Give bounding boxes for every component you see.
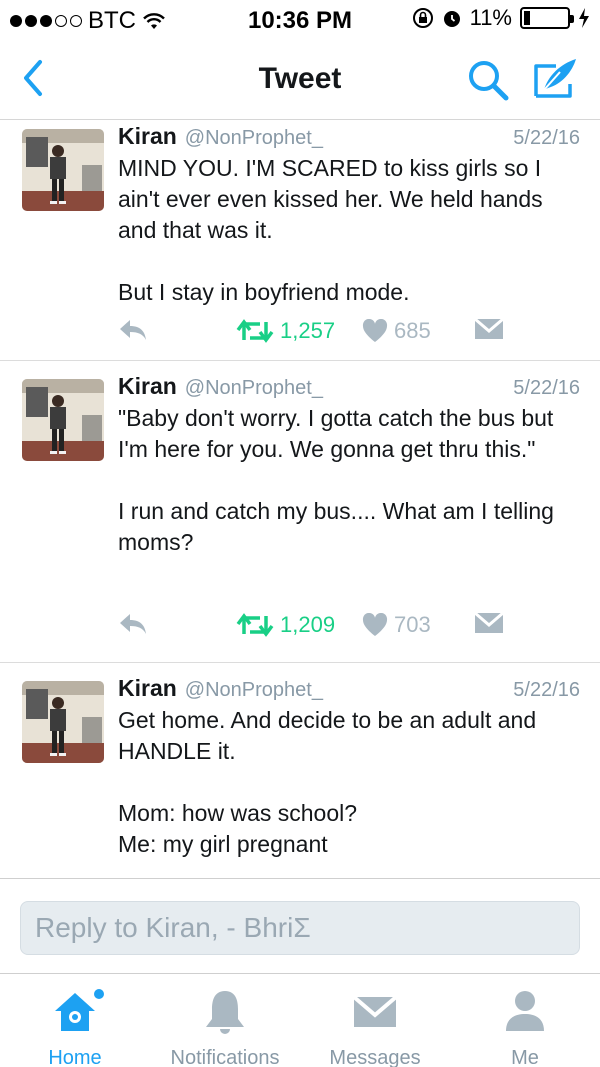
tweet-date: 5/22/16 <box>513 679 580 701</box>
tweet-paragraph: Mom: how was school? Me: my girl pregnan… <box>118 800 358 857</box>
retweet-icon <box>236 319 274 343</box>
tweet-actions: 1,257 685 <box>118 318 538 352</box>
author-handle[interactable]: @NonProphet_ <box>185 127 323 150</box>
page-title: Tweet <box>258 62 342 95</box>
heart-icon <box>362 613 388 636</box>
direct-message-button[interactable] <box>474 612 504 634</box>
like-button[interactable]: 703 <box>362 612 431 638</box>
status-bar: BTC 10:36 PM 11% <box>0 0 600 40</box>
envelope-icon <box>474 612 504 633</box>
reply-icon <box>120 320 146 340</box>
tweet-thread[interactable]: Kiran @NonProphet_ 5/22/16 MIND YOU. I'M… <box>0 121 600 878</box>
tweet-paragraph: I run and catch my bus.... What am I tel… <box>118 498 554 555</box>
avatar[interactable] <box>22 129 104 211</box>
tweet-header: Kiran @NonProphet_ 5/22/16 <box>118 373 580 403</box>
tweet-text: "Baby don't worry. I gotta catch the bus… <box>118 403 580 558</box>
envelope-icon <box>474 318 504 339</box>
tweet-header: Kiran @NonProphet_ 5/22/16 <box>118 123 580 153</box>
reply-input[interactable]: Reply to Kiran, - BhriΣ <box>20 901 580 955</box>
like-count: 685 <box>394 318 431 343</box>
tweet-paragraph: MIND YOU. I'M SCARED to kiss girls so I … <box>118 155 543 243</box>
tweet-paragraph: But I stay in boyfriend mode. <box>118 279 410 305</box>
tweet-body: Kiran @NonProphet_ 5/22/16 Get home. And… <box>118 675 580 860</box>
avatar[interactable] <box>22 681 104 763</box>
rotation-lock-icon <box>412 8 433 28</box>
tweet-date: 5/22/16 <box>513 127 580 149</box>
tweet-text: MIND YOU. I'M SCARED to kiss girls so I … <box>118 153 580 308</box>
tweet-paragraph: Get home. And decide to be an adult and … <box>118 707 537 764</box>
new-content-indicator <box>94 989 104 999</box>
heart-icon <box>362 319 388 342</box>
author-name[interactable]: Kiran <box>118 123 177 150</box>
author-handle[interactable]: @NonProphet_ <box>185 679 323 702</box>
charging-icon <box>579 8 589 28</box>
status-right: 11% <box>412 5 590 31</box>
reply-button[interactable] <box>118 318 148 342</box>
like-count: 703 <box>394 612 431 637</box>
tab-label: Home <box>48 1047 102 1067</box>
tweet-card[interactable]: Kiran @NonProphet_ 5/22/16 "Baby don't w… <box>0 361 600 663</box>
search-icon[interactable] <box>466 58 510 102</box>
tweet-body: Kiran @NonProphet_ 5/22/16 MIND YOU. I'M… <box>118 123 580 308</box>
tab-label: Notifications <box>170 1047 280 1067</box>
tweet-card[interactable]: Kiran @NonProphet_ 5/22/16 Get home. And… <box>0 663 600 878</box>
home-icon <box>50 987 104 1037</box>
tweet-header: Kiran @NonProphet_ 5/22/16 <box>118 675 580 705</box>
author-name[interactable]: Kiran <box>118 675 177 702</box>
reply-button[interactable] <box>118 612 148 636</box>
battery-icon <box>520 7 574 29</box>
person-icon <box>500 987 550 1037</box>
tab-home[interactable]: Home <box>35 975 115 1067</box>
direct-message-button[interactable] <box>474 318 504 340</box>
compose-icon[interactable] <box>530 56 580 102</box>
tweet-paragraph: "Baby don't worry. I gotta catch the bus… <box>118 405 554 462</box>
reply-icon <box>120 614 146 634</box>
tweet-body: Kiran @NonProphet_ 5/22/16 "Baby don't w… <box>118 373 580 558</box>
retweet-button[interactable]: 1,209 <box>236 612 335 638</box>
retweet-button[interactable]: 1,257 <box>236 318 335 344</box>
tweet-card[interactable]: Kiran @NonProphet_ 5/22/16 MIND YOU. I'M… <box>0 121 600 361</box>
like-button[interactable]: 685 <box>362 318 431 344</box>
retweet-count: 1,209 <box>280 612 336 637</box>
author-handle[interactable]: @NonProphet_ <box>185 377 323 400</box>
avatar[interactable] <box>22 379 104 461</box>
tweet-actions: 1,209 703 <box>118 612 538 646</box>
tab-label: Me <box>511 1047 539 1067</box>
tab-bar: Home Notifications Messages Me <box>0 975 600 1067</box>
envelope-icon <box>350 987 400 1037</box>
tweet-text: Get home. And decide to be an adult and … <box>118 705 580 860</box>
battery-percent: 11% <box>469 5 512 30</box>
tab-notifications[interactable]: Notifications <box>150 975 300 1067</box>
author-name[interactable]: Kiran <box>118 373 177 400</box>
alarm-icon <box>443 11 460 27</box>
retweet-count: 1,257 <box>280 318 336 343</box>
tweet-date: 5/22/16 <box>513 377 580 399</box>
tab-label: Messages <box>329 1047 421 1067</box>
reply-composer: Reply to Kiran, - BhriΣ <box>0 878 600 974</box>
tab-me[interactable]: Me <box>485 975 565 1067</box>
nav-bar: Tweet <box>0 40 600 120</box>
retweet-icon <box>236 613 274 637</box>
tab-messages[interactable]: Messages <box>310 975 440 1067</box>
bell-icon <box>200 987 250 1037</box>
